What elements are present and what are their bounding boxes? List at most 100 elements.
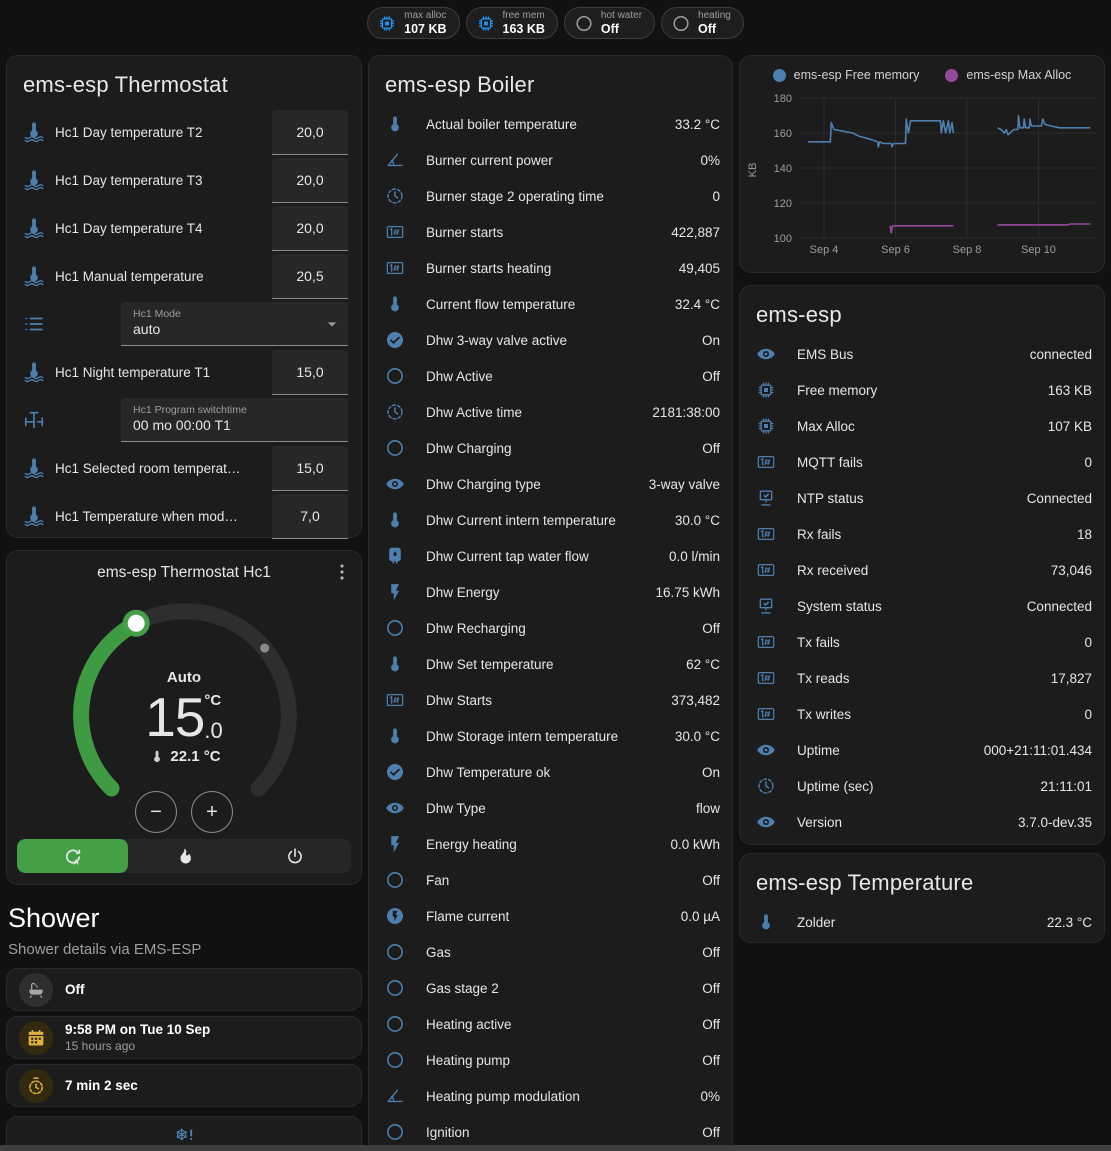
entity-row[interactable]: Dhw Current tap water flow0.0 l/min	[385, 538, 720, 574]
legend-item[interactable]: ems-esp Max Alloc	[945, 68, 1071, 82]
legend-dot-icon	[945, 69, 958, 82]
dashboard: max alloc107 KBfree mem163 KBhot waterOf…	[0, 0, 1111, 1151]
entity-row[interactable]: Dhw Temperature okOn	[385, 754, 720, 790]
shower-section-header: Shower Shower details via EMS-ESP	[8, 903, 362, 958]
thermometer-water-icon	[23, 169, 45, 191]
entity-row[interactable]: System statusConnected	[756, 588, 1092, 624]
number-input[interactable]: 20,0	[272, 206, 348, 251]
entity-row[interactable]: Dhw Starts373,482	[385, 682, 720, 718]
entity-row[interactable]: Rx fails18	[756, 516, 1092, 552]
horizontal-scrollbar[interactable]	[0, 1145, 1111, 1151]
entity-row[interactable]: Heating pump modulation0%	[385, 1078, 720, 1114]
entity-row[interactable]: Free memory163 KB	[756, 372, 1092, 408]
hvac-mode-off-button[interactable]	[240, 839, 351, 873]
entity-row[interactable]: Dhw ChargingOff	[385, 430, 720, 466]
entity-row[interactable]: GasOff	[385, 934, 720, 970]
entity-row[interactable]: Burner starts heating49,405	[385, 250, 720, 286]
clock-icon	[385, 186, 405, 206]
entity-row[interactable]: Dhw RechargingOff	[385, 610, 720, 646]
entity-row[interactable]: Heating pumpOff	[385, 1042, 720, 1078]
number-input[interactable]: 20,5	[272, 254, 348, 299]
entity-value: 18	[1077, 527, 1092, 542]
badge-max-alloc[interactable]: max alloc107 KB	[367, 7, 459, 39]
shower-last-time-card[interactable]: 9:58 PM on Tue 10 Sep15 hours ago	[6, 1016, 362, 1059]
entity-row[interactable]: MQTT fails0	[756, 444, 1092, 480]
hvac-mode-auto-button[interactable]: A	[17, 839, 128, 873]
target-temperature: 15 °C .0	[7, 689, 361, 745]
entity-value: 107 KB	[1048, 419, 1092, 434]
shower-active-card[interactable]: Off	[6, 968, 362, 1011]
hvac-mode-heat-button[interactable]	[128, 839, 239, 873]
entity-value: 33.2 °C	[675, 117, 720, 132]
entity-row[interactable]: Energy heating0.0 kWh	[385, 826, 720, 862]
number-input[interactable]: 15,0	[272, 446, 348, 491]
entity-row[interactable]: Version3.7.0-dev.35	[756, 804, 1092, 840]
number-input[interactable]: 20,0	[272, 110, 348, 155]
badge-free-mem[interactable]: free mem163 KB	[466, 7, 558, 39]
entity-row[interactable]: NTP statusConnected	[756, 480, 1092, 516]
entity-row[interactable]: Burner current power0%	[385, 142, 720, 178]
entity-value: 422,887	[671, 225, 720, 240]
angle-icon	[385, 150, 405, 170]
entity-row[interactable]: Gas stage 2Off	[385, 970, 720, 1006]
entity-row[interactable]: Dhw ActiveOff	[385, 358, 720, 394]
svg-text:A: A	[73, 857, 79, 866]
badge-value: 163 KB	[503, 23, 545, 36]
eye-icon	[756, 812, 776, 832]
entity-row[interactable]: Flame current0.0 µA	[385, 898, 720, 934]
entity-row[interactable]: Uptime000+21:11:01.434	[756, 732, 1092, 768]
entity-row[interactable]: Dhw Energy16.75 kWh	[385, 574, 720, 610]
entity-label: Energy heating	[426, 837, 670, 852]
legend-item[interactable]: ems-esp Free memory	[773, 68, 920, 82]
mode-select[interactable]: Hc1 Modeauto	[121, 302, 348, 346]
entity-row[interactable]: Dhw Set temperature62 °C	[385, 646, 720, 682]
entity-row[interactable]: Dhw Typeflow	[385, 790, 720, 826]
number-input[interactable]: 20,0	[272, 158, 348, 203]
number-input[interactable]: 7,0	[272, 494, 348, 539]
entity-row[interactable]: Max Alloc107 KB	[756, 408, 1092, 444]
entity-value: 22.3 °C	[1047, 915, 1092, 930]
field-value: auto	[133, 320, 318, 338]
number-input[interactable]: 15,0	[272, 350, 348, 395]
shower-item-title: Off	[65, 982, 85, 997]
entity-row[interactable]: Zolder22.3 °C	[756, 904, 1092, 940]
entity-row[interactable]: Current flow temperature32.4 °C	[385, 286, 720, 322]
entity-row[interactable]: Rx received73,046	[756, 552, 1092, 588]
network-check-icon	[756, 488, 776, 508]
entity-row[interactable]: Dhw Current intern temperature30.0 °C	[385, 502, 720, 538]
entity-label: Tx fails	[797, 635, 1084, 650]
thermostat-hc1-card: ems-esp Thermostat Hc1 Auto 15 °C .0 22.…	[6, 550, 362, 885]
entity-row[interactable]: Heating activeOff	[385, 1006, 720, 1042]
decrease-temperature-button[interactable]: −	[135, 791, 177, 833]
entity-row[interactable]: Burner starts422,887	[385, 214, 720, 250]
entity-row[interactable]: Actual boiler temperature33.2 °C	[385, 106, 720, 142]
badge-hot-water[interactable]: hot waterOff	[564, 7, 655, 39]
chart-legend: ems-esp Free memory ems-esp Max Alloc	[740, 68, 1104, 82]
entity-row[interactable]: Dhw Active time2181:38:00	[385, 394, 720, 430]
entity-label: Gas	[426, 945, 702, 960]
entity-row[interactable]: Dhw Charging type3-way valve	[385, 466, 720, 502]
entity-row[interactable]: Tx reads17,827	[756, 660, 1092, 696]
power-icon	[285, 846, 305, 867]
entity-value: 32.4 °C	[675, 297, 720, 312]
entity-row[interactable]: Tx writes0	[756, 696, 1092, 732]
svg-text:Sep 8: Sep 8	[953, 244, 982, 256]
entity-row[interactable]: Uptime (sec)21:11:01	[756, 768, 1092, 804]
bathtub-icon	[26, 980, 46, 1000]
increase-temperature-button[interactable]: +	[191, 791, 233, 833]
thermometer-icon	[385, 654, 405, 674]
entity-label: MQTT fails	[797, 455, 1084, 470]
text-input[interactable]: Hc1 Program switchtime00 mo 00:00 T1	[121, 398, 348, 442]
entity-row[interactable]: EMS Busconnected	[756, 336, 1092, 372]
entity-value: 30.0 °C	[675, 513, 720, 528]
entity-row[interactable]: Tx fails0	[756, 624, 1092, 660]
entity-row[interactable]: Burner stage 2 operating time0	[385, 178, 720, 214]
entity-value: 73,046	[1051, 563, 1092, 578]
shower-duration-card[interactable]: 7 min 2 sec	[6, 1064, 362, 1107]
entity-row[interactable]: FanOff	[385, 862, 720, 898]
dots-vertical-icon[interactable]	[331, 561, 353, 583]
entity-row[interactable]: Dhw Storage intern temperature30.0 °C	[385, 718, 720, 754]
entity-row[interactable]: Dhw 3-way valve activeOn	[385, 322, 720, 358]
badge-heating[interactable]: heatingOff	[661, 7, 744, 39]
counter-icon	[756, 704, 776, 724]
